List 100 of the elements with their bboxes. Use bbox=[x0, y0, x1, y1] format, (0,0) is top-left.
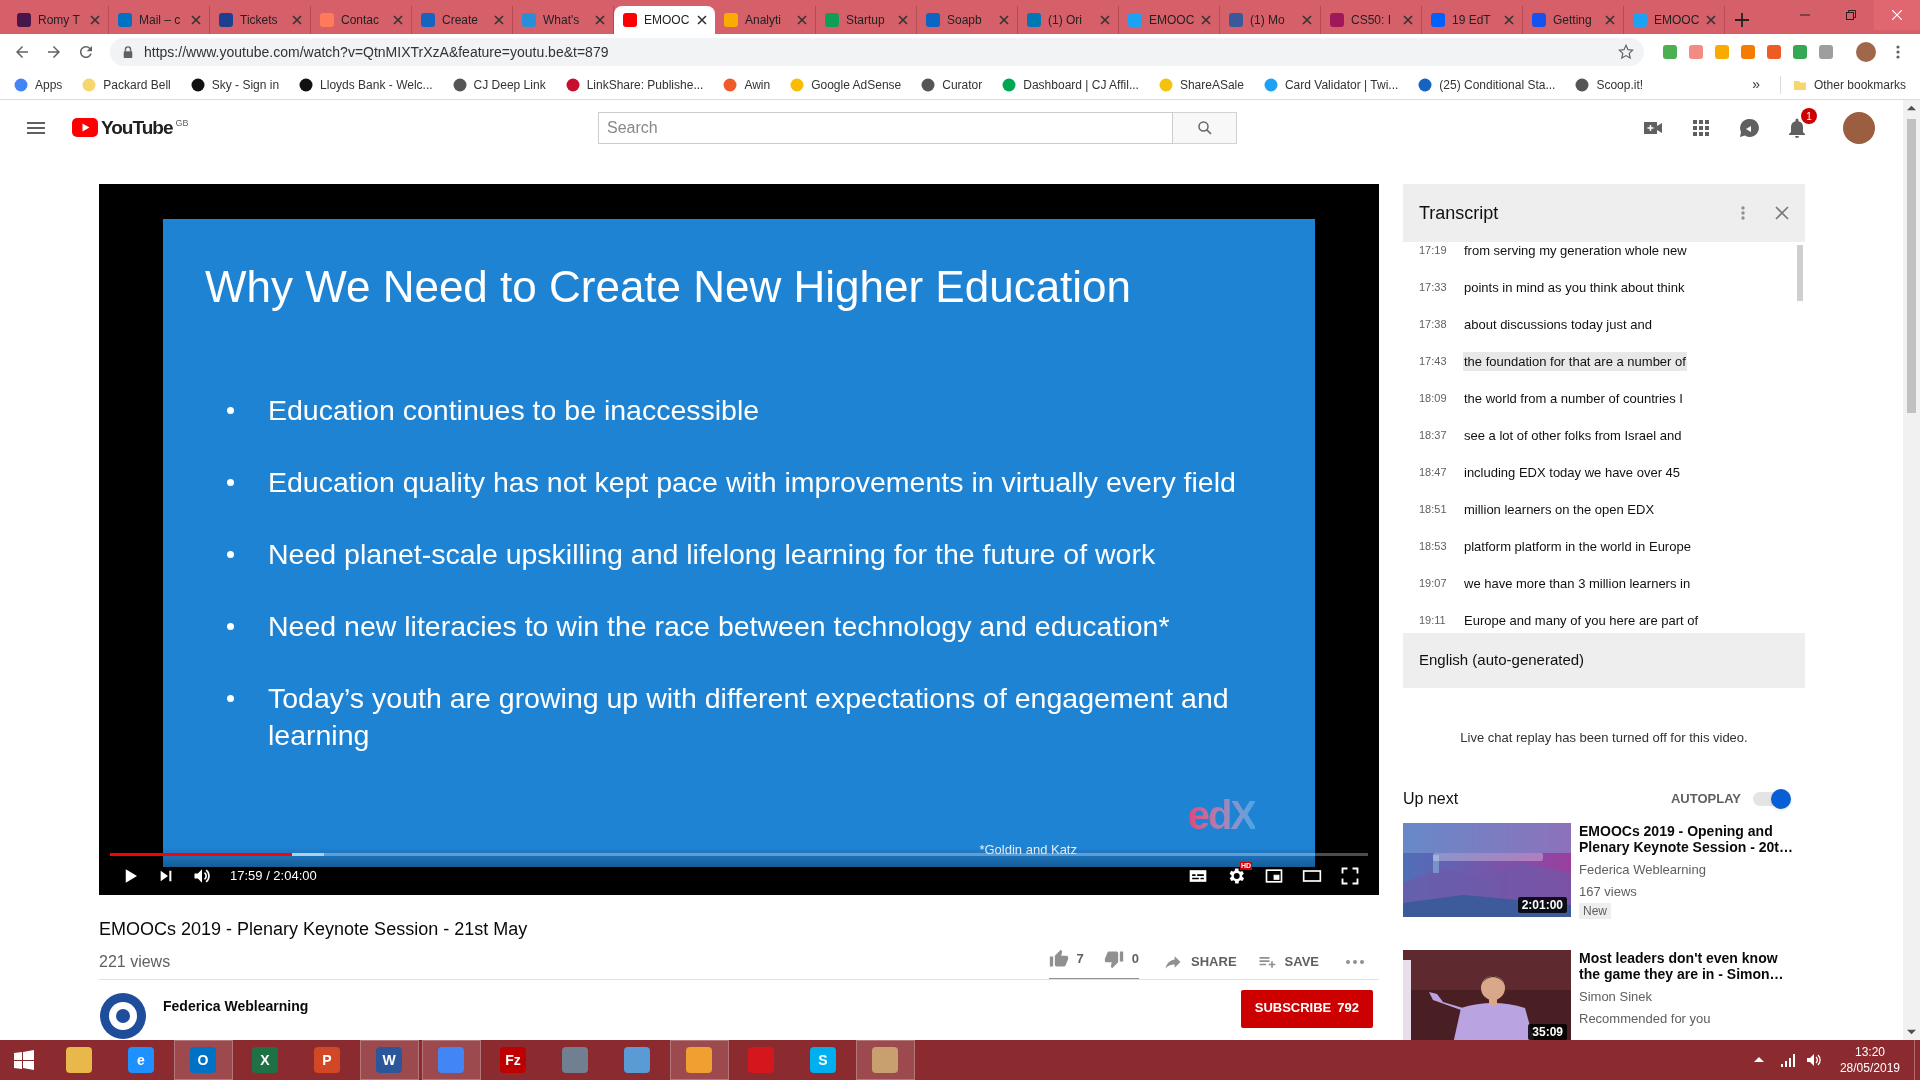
transcript-line[interactable]: including EDX today we have over 45 bbox=[1463, 462, 1682, 483]
transcript-line[interactable]: we have more than 3 million learners in bbox=[1463, 573, 1692, 594]
extension-icon[interactable] bbox=[1818, 44, 1834, 60]
fullscreen-icon[interactable] bbox=[1340, 866, 1360, 886]
page-scrollbar[interactable] bbox=[1903, 100, 1920, 1040]
bookmark-link[interactable]: Lloyds Bank - Welc... bbox=[299, 75, 433, 94]
volume-icon[interactable] bbox=[1805, 1052, 1822, 1068]
extension-icon[interactable] bbox=[1714, 44, 1730, 60]
taskbar-app[interactable] bbox=[669, 1040, 729, 1080]
language-selector[interactable]: English (auto-generated) bbox=[1403, 633, 1805, 688]
app-icon: S bbox=[810, 1047, 836, 1073]
footnote-text: *Goldin and Katz bbox=[979, 840, 1077, 859]
video-card[interactable]: 35:09 Most leaders don't even know the game they are in - Simon… Simon Sinek Recommended for you bbox=[1403, 950, 1805, 1040]
video-card[interactable]: 2:01:00 EMOOCs 2019 - Opening and Plenary Keynote Session - 20t… Federica Weblearning 167 views New bbox=[1403, 823, 1805, 919]
extension-icon[interactable] bbox=[1740, 44, 1756, 60]
play-logo-icon bbox=[72, 118, 98, 137]
video-title: EMOOCs 2019 - Opening and Plenary Keynote Session - 20t… bbox=[1579, 823, 1794, 855]
bookmark-link[interactable]: Curator bbox=[921, 75, 983, 94]
browser-tab[interactable]: EMOOC bbox=[614, 6, 715, 34]
scroll-down-icon[interactable] bbox=[1907, 1027, 1916, 1036]
autoplay-toggle[interactable] bbox=[1753, 789, 1791, 809]
chat-bubble-icon[interactable] bbox=[1737, 116, 1761, 140]
bookmark-link[interactable]: CJ Deep Link bbox=[452, 75, 546, 94]
miniplayer-icon[interactable] bbox=[1264, 866, 1284, 886]
scroll-up-icon[interactable] bbox=[1907, 104, 1916, 113]
transcript-line[interactable]: million learners on the open EDX bbox=[1463, 499, 1656, 520]
favicon-icon bbox=[824, 12, 840, 28]
transcript-line[interactable]: points in mind as you think about think bbox=[1463, 277, 1686, 298]
bookmark-link[interactable]: Apps bbox=[14, 75, 63, 94]
transcript-line[interactable]: platform platform in the world in Europe bbox=[1463, 536, 1692, 557]
like-button[interactable]: 7 bbox=[1048, 949, 1084, 969]
channel-name: Federica Weblearning bbox=[1579, 861, 1707, 879]
new-tab-icon[interactable] bbox=[1735, 13, 1749, 27]
video-player[interactable] bbox=[99, 184, 1379, 895]
taskbar-app[interactable]: O bbox=[173, 1040, 233, 1080]
search-field[interactable]: Search bbox=[598, 112, 1173, 144]
transcript-line[interactable]: see a lot of other folks from Israel and bbox=[1463, 425, 1683, 446]
region-label: GB bbox=[175, 117, 189, 130]
app-icon: Fz bbox=[500, 1047, 526, 1073]
profile-avatar[interactable] bbox=[1856, 42, 1876, 62]
close-icon[interactable] bbox=[697, 15, 707, 25]
scrollbar-thumb[interactable] bbox=[1797, 245, 1803, 301]
bookmark-icon bbox=[1418, 77, 1433, 92]
address-bar[interactable]: https://www.youtube.com/watch?v=QtnMIXTrXzA&feature=youtu.be&t=879 bbox=[110, 38, 1644, 66]
duration-badge: 2:01:00 bbox=[1517, 897, 1567, 913]
other-bookmarks-link[interactable]: Other bookmarks bbox=[1779, 75, 1906, 94]
tab-title: 19 EdT bbox=[1452, 12, 1492, 29]
taskbar-app[interactable]: X bbox=[235, 1040, 295, 1080]
taskbar-app[interactable]: W bbox=[359, 1040, 419, 1080]
search-button[interactable] bbox=[1173, 112, 1237, 144]
app-icon: X bbox=[252, 1047, 278, 1073]
bookmark-icon bbox=[921, 77, 936, 92]
bookmark-icon bbox=[14, 77, 28, 92]
share-button[interactable]: SHARE bbox=[1163, 947, 1237, 977]
transcript-line[interactable]: from serving my generation whole new bbox=[1463, 242, 1688, 261]
extension-icon[interactable] bbox=[1688, 44, 1704, 60]
dislike-button[interactable]: 0 bbox=[1103, 949, 1140, 969]
app-icon: W bbox=[376, 1047, 402, 1073]
next-icon[interactable] bbox=[158, 868, 174, 884]
scrollbar-thumb[interactable] bbox=[1907, 119, 1916, 413]
restore-icon bbox=[1846, 10, 1856, 20]
favicon-icon bbox=[218, 12, 234, 28]
extension-icon[interactable] bbox=[1792, 44, 1808, 60]
bullet-text: Education continues to be inaccessible bbox=[268, 393, 761, 428]
account-avatar[interactable] bbox=[1843, 112, 1875, 144]
bookmark-link[interactable]: Card Validator | Twi... bbox=[1263, 75, 1399, 94]
transcript-line[interactable]: about discussions today just and bbox=[1463, 314, 1653, 335]
bookmark-link[interactable]: ShareASale bbox=[1158, 75, 1244, 94]
subscribe-button[interactable]: SUBSCRIBE 792 bbox=[1240, 990, 1373, 1028]
favicon-icon bbox=[1026, 12, 1042, 28]
bookmark-link[interactable]: Dashboard | CJ Affil... bbox=[1002, 75, 1139, 94]
bookmark-link[interactable]: (25) Conditional Sta... bbox=[1418, 75, 1556, 94]
taskbar-app[interactable] bbox=[855, 1040, 915, 1080]
transcript-line[interactable]: Europe and many of you here are part of bbox=[1463, 610, 1700, 631]
bookmark-link[interactable]: LinkShare: Publishe... bbox=[565, 75, 704, 94]
clock[interactable]: 13:20 28/05/2019 bbox=[1839, 1044, 1900, 1076]
more-bookmarks-button[interactable]: » bbox=[1752, 74, 1760, 95]
extension-icon[interactable] bbox=[1766, 44, 1782, 60]
bookmark-link[interactable]: Awin bbox=[723, 75, 771, 94]
timestamp: 17:33 bbox=[1419, 280, 1448, 296]
tab-title: EMOOC bbox=[1654, 12, 1700, 29]
bookmark-star-icon[interactable] bbox=[1618, 44, 1634, 60]
bookmark-link[interactable]: Packard Bell bbox=[82, 75, 171, 94]
network-signal-icon[interactable] bbox=[1779, 1052, 1796, 1068]
duration-badge: 35:09 bbox=[1528, 1024, 1567, 1040]
favicon-icon bbox=[1430, 12, 1446, 28]
progress-track[interactable] bbox=[110, 853, 1368, 856]
bookmark-link[interactable]: Google AdSense bbox=[790, 75, 902, 94]
tray-expand-icon[interactable] bbox=[1753, 1055, 1764, 1065]
transcript-line[interactable]: the world from a number of countries I bbox=[1463, 388, 1684, 409]
channel-name[interactable]: Federica Weblearning bbox=[163, 996, 309, 1017]
taskbar-app[interactable]: Fz bbox=[483, 1040, 543, 1080]
bookmark-link[interactable]: Scoop.it! bbox=[1575, 75, 1644, 94]
taskbar-app[interactable]: P bbox=[297, 1040, 357, 1080]
search-icon bbox=[1195, 119, 1214, 137]
bookmark-link[interactable]: Sky - Sign in bbox=[190, 75, 280, 94]
channel-avatar-icon[interactable] bbox=[99, 992, 147, 1040]
save-button[interactable]: SAVE bbox=[1256, 947, 1319, 977]
new-badge: New bbox=[1579, 903, 1611, 919]
extension-icon[interactable] bbox=[1662, 44, 1678, 60]
